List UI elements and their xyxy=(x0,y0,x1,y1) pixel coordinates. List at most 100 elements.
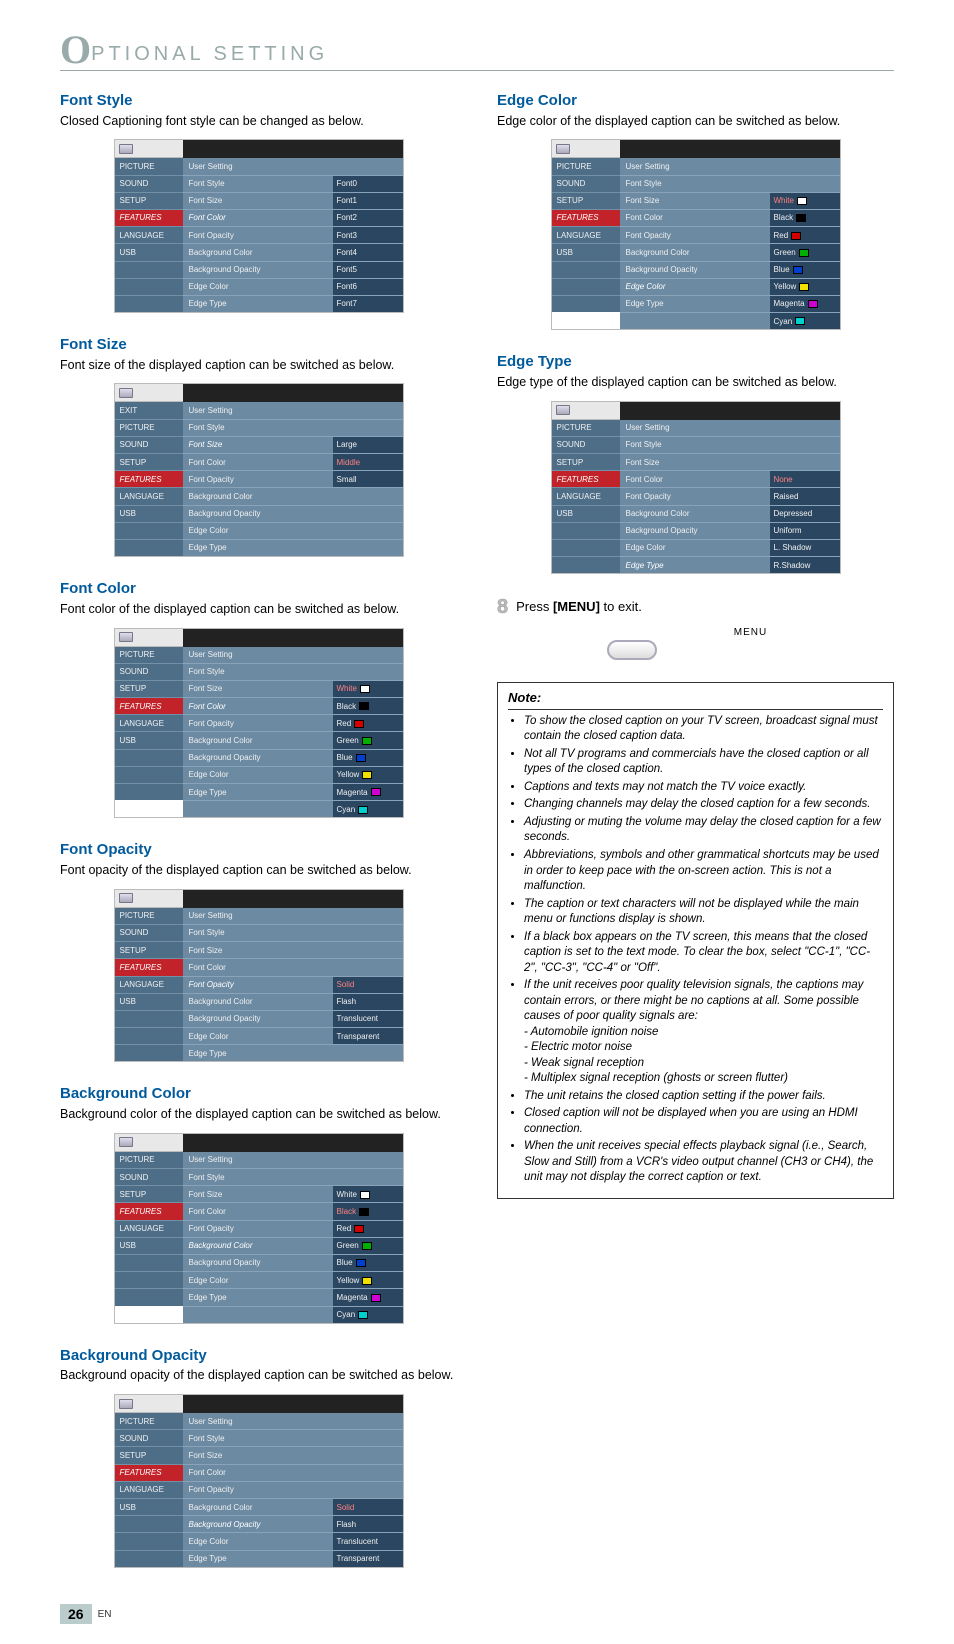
osd-row-value[interactable] xyxy=(333,1044,403,1061)
osd-row-label[interactable]: User Setting xyxy=(183,1413,333,1429)
sidebar-item[interactable]: PICTURE xyxy=(115,1413,183,1429)
sidebar-item[interactable]: LANGUAGE xyxy=(552,226,620,243)
osd-row-label[interactable]: Background Color xyxy=(183,1498,333,1515)
osd-row-value[interactable]: Depressed xyxy=(770,505,840,522)
osd-row-value[interactable] xyxy=(770,175,840,192)
osd-row-value[interactable]: Magenta xyxy=(333,1288,403,1305)
osd-row-value[interactable]: Blue xyxy=(333,749,403,766)
osd-row-label[interactable]: Font Opacity xyxy=(620,487,770,504)
sidebar-item[interactable]: SOUND xyxy=(115,924,183,941)
sidebar-item[interactable]: SOUND xyxy=(115,175,183,192)
osd-row-label[interactable]: Background Opacity xyxy=(183,505,333,522)
osd-row-value[interactable]: White xyxy=(770,192,840,209)
osd-row-label[interactable]: Background Opacity xyxy=(183,1010,333,1027)
osd-row-label[interactable]: Font Color xyxy=(620,209,770,226)
sidebar-item[interactable]: LANGUAGE xyxy=(115,976,183,993)
osd-row-value[interactable]: Red xyxy=(770,226,840,243)
sidebar-item[interactable]: LANGUAGE xyxy=(115,1220,183,1237)
sidebar-item[interactable]: SOUND xyxy=(552,175,620,192)
osd-row-label[interactable]: Edge Type xyxy=(183,1550,333,1567)
sidebar-item[interactable]: SETUP xyxy=(115,1446,183,1463)
osd-row-value[interactable]: Raised xyxy=(770,487,840,504)
osd-row-label[interactable]: Edge Color xyxy=(183,522,333,539)
osd-row-label[interactable]: Font Color xyxy=(183,1202,333,1219)
osd-row-value[interactable] xyxy=(333,1464,403,1481)
osd-row-label[interactable]: Font Size xyxy=(620,192,770,209)
osd-row-label[interactable]: Font Style xyxy=(183,1429,333,1446)
osd-row-label[interactable]: Edge Type xyxy=(620,556,770,573)
osd-row-value[interactable]: Black xyxy=(770,209,840,226)
osd-row-value[interactable] xyxy=(333,1481,403,1498)
osd-row-value[interactable]: Cyan xyxy=(333,800,403,817)
osd-row-label[interactable]: Edge Color xyxy=(620,278,770,295)
sidebar-item[interactable]: FEATURES xyxy=(552,209,620,226)
sidebar-item[interactable]: PICTURE xyxy=(115,647,183,663)
sidebar-item[interactable]: SETUP xyxy=(115,192,183,209)
osd-row-label[interactable]: Edge Color xyxy=(183,1271,333,1288)
osd-row-value[interactable]: Yellow xyxy=(333,766,403,783)
sidebar-item[interactable]: LANGUAGE xyxy=(115,714,183,731)
osd-row-value[interactable]: Green xyxy=(770,243,840,260)
sidebar-item[interactable]: LANGUAGE xyxy=(552,487,620,504)
osd-row-value[interactable]: Translucent xyxy=(333,1532,403,1549)
osd-row-label[interactable]: Font Opacity xyxy=(183,714,333,731)
osd-row-value[interactable] xyxy=(333,158,403,174)
osd-row-label[interactable]: User Setting xyxy=(183,1152,333,1168)
osd-row-value[interactable] xyxy=(333,522,403,539)
osd-row-label[interactable]: Background Opacity xyxy=(183,749,333,766)
osd-row-value[interactable]: Font7 xyxy=(333,295,403,312)
osd-row-value[interactable]: Large xyxy=(333,436,403,453)
sidebar-item[interactable]: FEATURES xyxy=(115,1464,183,1481)
osd-row-value[interactable]: Magenta xyxy=(770,295,840,312)
osd-row-label[interactable]: Font Size xyxy=(620,453,770,470)
osd-row-label[interactable]: Font Size xyxy=(183,941,333,958)
osd-row-value[interactable]: Solid xyxy=(333,976,403,993)
osd-row-label[interactable]: Background Opacity xyxy=(620,522,770,539)
osd-row-value[interactable]: Red xyxy=(333,714,403,731)
osd-row-label[interactable]: Font Color xyxy=(183,697,333,714)
osd-row-label[interactable]: Font Size xyxy=(183,192,333,209)
sidebar-item[interactable]: USB xyxy=(115,731,183,748)
osd-row-value[interactable]: Transparent xyxy=(333,1550,403,1567)
sidebar-item[interactable]: SETUP xyxy=(115,453,183,470)
osd-row-value[interactable]: Font5 xyxy=(333,261,403,278)
osd-row-value[interactable] xyxy=(333,1413,403,1429)
osd-row-value[interactable]: None xyxy=(770,470,840,487)
osd-row-label[interactable]: Edge Type xyxy=(183,783,333,800)
osd-row-label[interactable]: Background Color xyxy=(183,1237,333,1254)
osd-row-value[interactable]: Font2 xyxy=(333,209,403,226)
osd-row-label[interactable]: Edge Type xyxy=(620,295,770,312)
osd-row-value[interactable] xyxy=(333,402,403,418)
sidebar-item[interactable]: PICTURE xyxy=(115,419,183,436)
sidebar-item[interactable]: USB xyxy=(115,1498,183,1515)
osd-row-label[interactable]: User Setting xyxy=(183,158,333,174)
sidebar-item[interactable]: FEATURES xyxy=(115,1202,183,1219)
osd-row-label[interactable]: Edge Type xyxy=(183,295,333,312)
osd-row-value[interactable]: Yellow xyxy=(770,278,840,295)
osd-row-value[interactable]: R.Shadow xyxy=(770,556,840,573)
osd-row-value[interactable]: White xyxy=(333,680,403,697)
osd-row-value[interactable] xyxy=(333,1429,403,1446)
sidebar-item[interactable]: FEATURES xyxy=(115,697,183,714)
osd-row-label[interactable]: Font Style xyxy=(183,175,333,192)
osd-row-label[interactable]: Font Size xyxy=(183,1446,333,1463)
osd-row-label[interactable]: Font Style xyxy=(620,436,770,453)
osd-row-label[interactable]: Font Style xyxy=(183,419,333,436)
osd-row-label[interactable]: User Setting xyxy=(620,420,770,436)
osd-row-label[interactable]: Font Color xyxy=(183,958,333,975)
osd-row-label[interactable]: Background Color xyxy=(620,505,770,522)
sidebar-item[interactable]: USB xyxy=(115,1237,183,1254)
sidebar-item[interactable]: FEATURES xyxy=(115,958,183,975)
osd-row-label[interactable]: Font Color xyxy=(183,1464,333,1481)
osd-row-label[interactable]: Font Size xyxy=(183,1185,333,1202)
osd-row-value[interactable] xyxy=(770,420,840,436)
osd-row-label[interactable]: Background Opacity xyxy=(183,1254,333,1271)
sidebar-item[interactable]: SETUP xyxy=(115,941,183,958)
osd-row-label[interactable]: Edge Type xyxy=(183,1044,333,1061)
osd-row-value[interactable] xyxy=(333,908,403,924)
osd-row-label[interactable]: Font Style xyxy=(183,1168,333,1185)
sidebar-item[interactable]: SETUP xyxy=(552,453,620,470)
osd-row-value[interactable] xyxy=(333,1152,403,1168)
sidebar-item[interactable]: PICTURE xyxy=(115,1152,183,1168)
osd-row-value[interactable]: Green xyxy=(333,1237,403,1254)
